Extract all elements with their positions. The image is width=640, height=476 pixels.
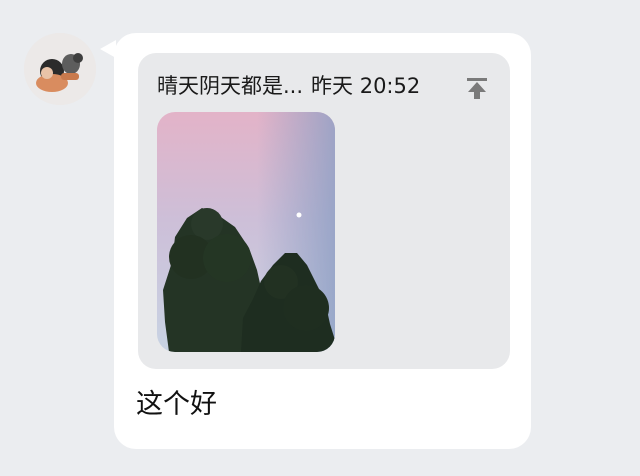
quote-sender: 晴天阴天都是... xyxy=(157,74,304,98)
sky-trees-photo[interactable] xyxy=(157,112,335,352)
pin-to-top-icon[interactable] xyxy=(464,75,490,101)
quote-header: 晴天阴天都是... 昨天 20:52 xyxy=(157,73,420,99)
message-bubble[interactable]: 晴天阴天都是... 昨天 20:52 这个好 xyxy=(114,33,531,449)
quoted-message[interactable]: 晴天阴天都是... 昨天 20:52 xyxy=(138,53,510,369)
message-text: 这个好 xyxy=(136,389,217,420)
contact-avatar[interactable] xyxy=(24,33,96,105)
quote-time: 昨天 20:52 xyxy=(311,74,421,98)
